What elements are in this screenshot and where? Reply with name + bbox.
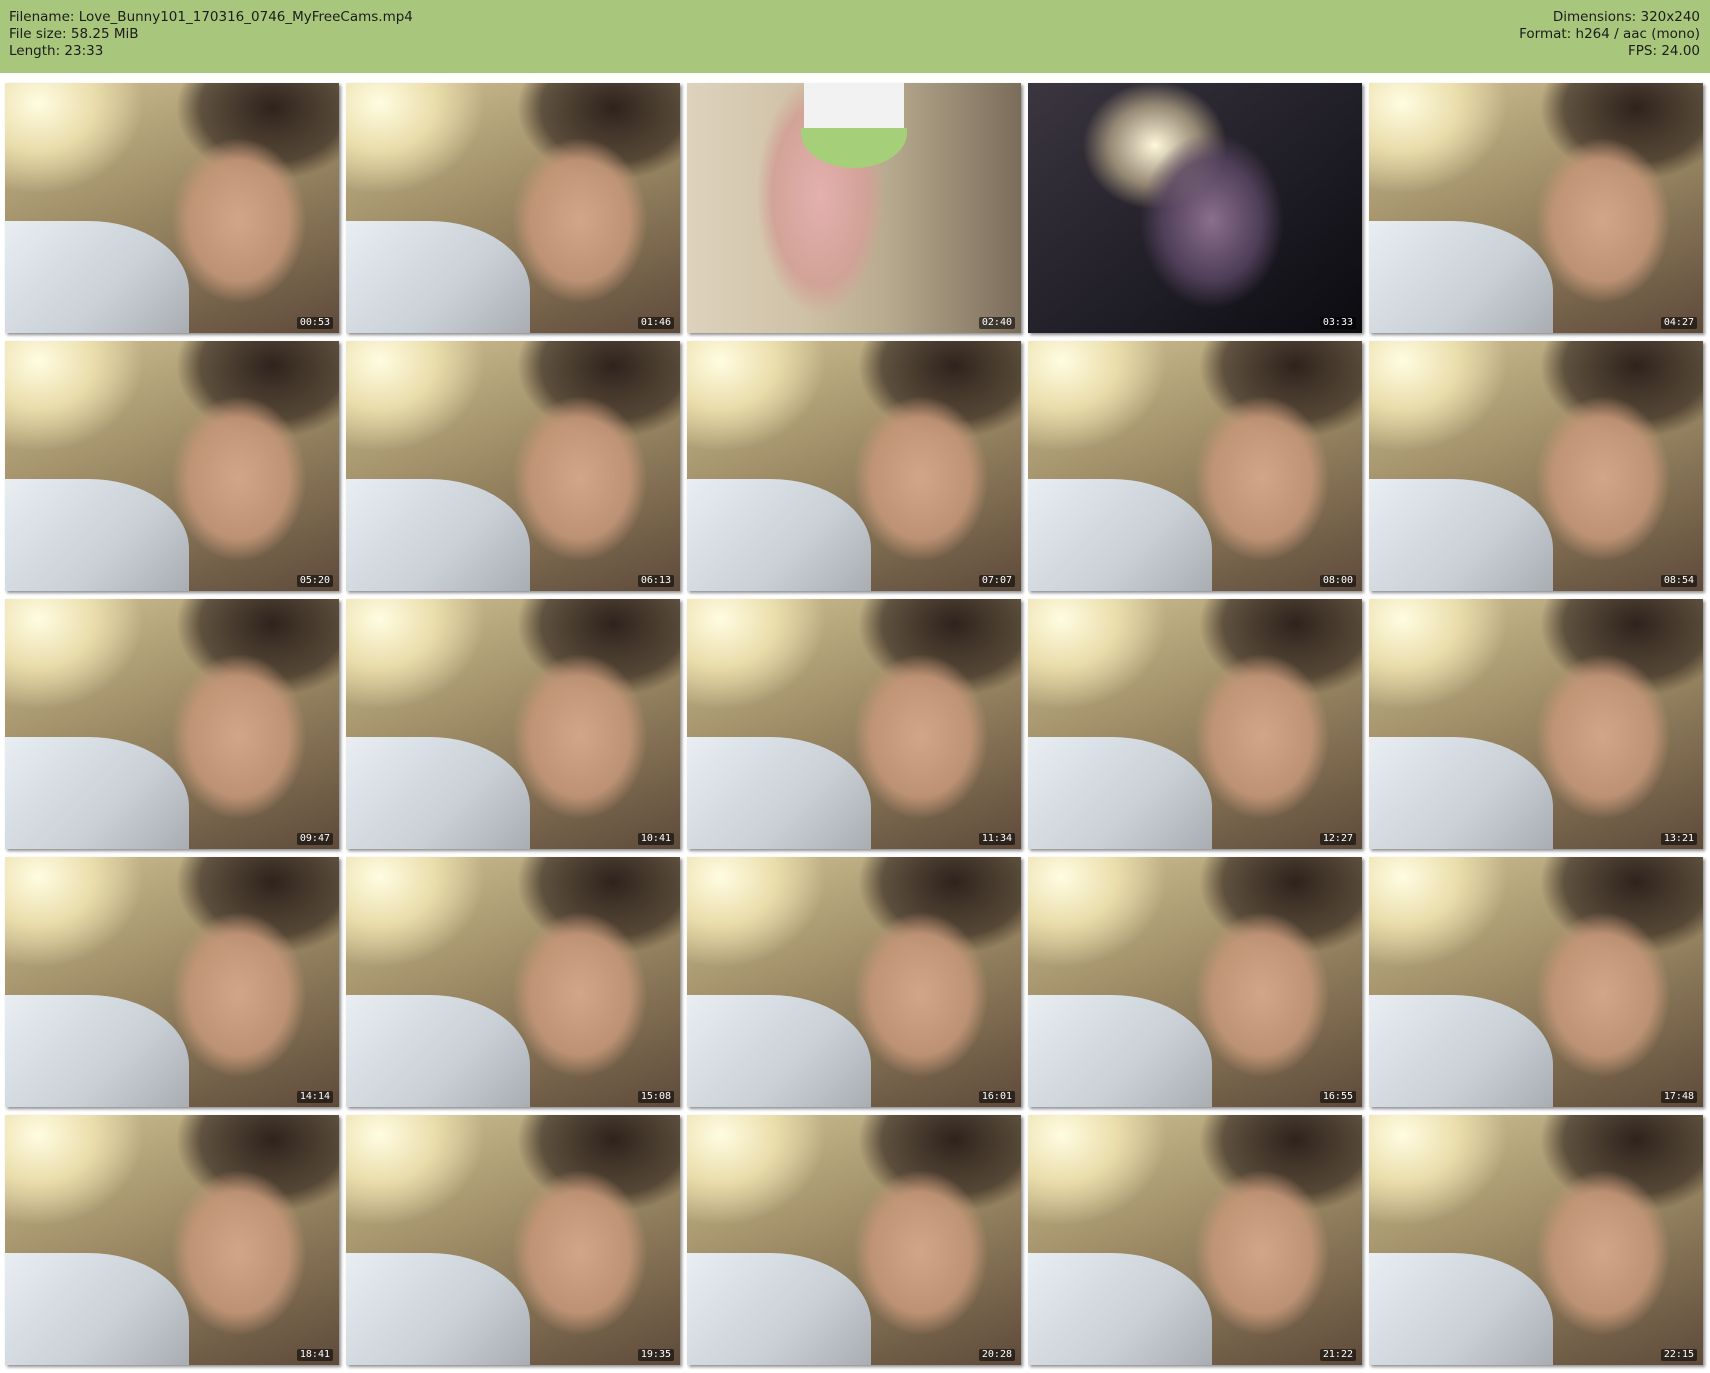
thumbnail-timestamp: 15:08 (637, 1091, 674, 1103)
thumbnail-timestamp: 18:41 (296, 1349, 333, 1361)
thumbnail-frame-detail (803, 83, 905, 133)
thumbnail-timestamp: 20:28 (978, 1349, 1015, 1361)
thumbnail-timestamp: 17:48 (1660, 1091, 1697, 1103)
thumbnail-timestamp: 03:33 (1319, 317, 1356, 329)
fps-label: FPS: 24.00 (1628, 43, 1700, 59)
video-thumbnail[interactable]: 10:41 (346, 599, 680, 849)
video-thumbnail[interactable]: 01:46 (346, 83, 680, 333)
video-thumbnail[interactable]: 06:13 (346, 341, 680, 591)
thumbnail-timestamp: 05:20 (296, 575, 333, 587)
thumbnail-timestamp: 16:01 (978, 1091, 1015, 1103)
video-thumbnail[interactable]: 20:28 (687, 1115, 1021, 1365)
video-thumbnail[interactable]: 16:01 (687, 857, 1021, 1107)
video-thumbnail[interactable]: 12:27 (1028, 599, 1362, 849)
video-thumbnail[interactable]: 11:34 (687, 599, 1021, 849)
thumbnail-timestamp: 12:27 (1319, 833, 1356, 845)
video-thumbnail[interactable]: 22:15 (1369, 1115, 1703, 1365)
video-thumbnail[interactable]: 21:22 (1028, 1115, 1362, 1365)
thumbnail-timestamp: 10:41 (637, 833, 674, 845)
length-label: Length: 23:33 (9, 43, 104, 59)
thumbnail-timestamp: 09:47 (296, 833, 333, 845)
video-thumbnail[interactable]: 07:07 (687, 341, 1021, 591)
thumbnail-timestamp: 08:54 (1660, 575, 1697, 587)
dimensions-label: Dimensions: 320x240 (1552, 9, 1700, 25)
video-thumbnail[interactable]: 02:40 (687, 83, 1021, 333)
filename-label: Filename: Love_Bunny101_170316_0746_MyFr… (9, 9, 413, 25)
video-thumbnail[interactable]: 00:53 (5, 83, 339, 333)
thumbnail-timestamp: 06:13 (637, 575, 674, 587)
video-thumbnail[interactable]: 18:41 (5, 1115, 339, 1365)
thumbnail-timestamp: 07:07 (978, 575, 1015, 587)
thumbnail-timestamp: 04:27 (1660, 317, 1697, 329)
video-thumbnail[interactable]: 04:27 (1369, 83, 1703, 333)
thumbnail-frame-image (1028, 83, 1362, 333)
thumbnail-timestamp: 21:22 (1319, 1349, 1356, 1361)
thumbnail-timestamp: 14:14 (296, 1091, 333, 1103)
thumbnail-grid: 00:53 01:46 02:40 03:33 04:27 05:20 06:13 07:07… (5, 83, 1705, 1365)
thumbnail-timestamp: 02:40 (978, 317, 1015, 329)
thumbnail-timestamp: 08:00 (1319, 575, 1356, 587)
video-thumbnail[interactable]: 15:08 (346, 857, 680, 1107)
stream-info-block: Dimensions: 320x240 Format: h264 / aac (… (1519, 9, 1700, 60)
video-thumbnail[interactable]: 14:14 (5, 857, 339, 1107)
video-thumbnail[interactable]: 17:48 (1369, 857, 1703, 1107)
video-thumbnail[interactable]: 16:55 (1028, 857, 1362, 1107)
video-thumbnail[interactable]: 03:33 (1028, 83, 1362, 333)
file-info-block: Filename: Love_Bunny101_170316_0746_MyFr… (9, 9, 413, 60)
thumbnail-timestamp: 19:35 (637, 1349, 674, 1361)
video-thumbnail[interactable]: 08:00 (1028, 341, 1362, 591)
thumbnail-timestamp: 16:55 (1319, 1091, 1356, 1103)
thumbnail-timestamp: 22:15 (1660, 1349, 1697, 1361)
video-info-header: Filename: Love_Bunny101_170316_0746_MyFr… (0, 0, 1710, 73)
thumbnail-timestamp: 00:53 (296, 317, 333, 329)
video-thumbnail[interactable]: 05:20 (5, 341, 339, 591)
thumbnail-timestamp: 11:34 (978, 833, 1015, 845)
video-thumbnail[interactable]: 08:54 (1369, 341, 1703, 591)
filesize-label: File size: 58.25 MiB (9, 26, 139, 42)
video-thumbnail[interactable]: 09:47 (5, 599, 339, 849)
video-thumbnail[interactable]: 19:35 (346, 1115, 680, 1365)
thumbnail-timestamp: 01:46 (637, 317, 674, 329)
thumbnail-timestamp: 13:21 (1660, 833, 1697, 845)
video-thumbnail[interactable]: 13:21 (1369, 599, 1703, 849)
format-label: Format: h264 / aac (mono) (1519, 26, 1700, 42)
